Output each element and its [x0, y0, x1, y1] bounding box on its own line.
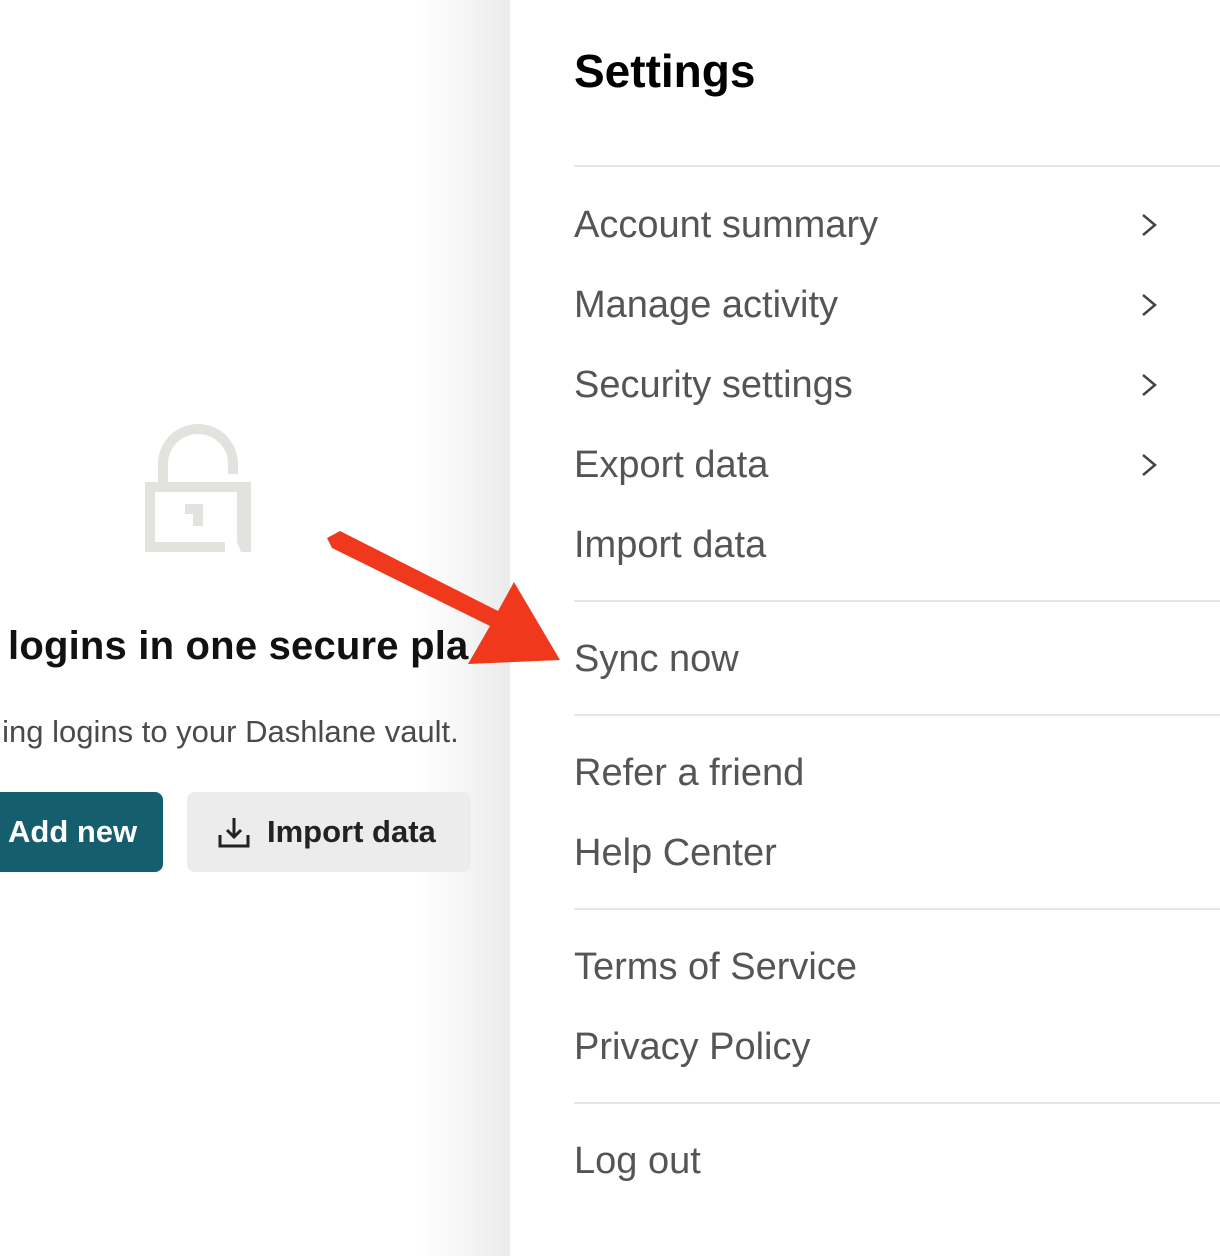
- add-new-button[interactable]: Add new: [0, 792, 163, 872]
- divider: [574, 714, 1220, 716]
- lock-icon: [145, 424, 251, 552]
- menu-item-label: Help Center: [574, 831, 777, 874]
- menu-item-security-settings[interactable]: Security settings: [574, 355, 1160, 415]
- divider: [574, 165, 1220, 167]
- vault-empty-state: logins in one secure pla lding logins to…: [0, 0, 510, 1256]
- menu-item-label: Security settings: [574, 363, 853, 406]
- menu-item-label: Log out: [574, 1139, 701, 1182]
- menu-item-log-out[interactable]: Log out: [574, 1131, 1160, 1191]
- menu-item-export-data[interactable]: Export data: [574, 435, 1160, 495]
- menu-item-refer-a-friend[interactable]: Refer a friend: [574, 743, 1160, 803]
- divider: [574, 908, 1220, 910]
- menu-item-import-data[interactable]: Import data: [574, 515, 1160, 575]
- menu-item-help-center[interactable]: Help Center: [574, 823, 1160, 883]
- import-icon: [218, 818, 250, 848]
- import-data-button[interactable]: Import data: [187, 792, 471, 872]
- add-new-label: Add new: [8, 814, 138, 849]
- menu-item-label: Sync now: [574, 637, 739, 680]
- menu-item-manage-activity[interactable]: Manage activity: [574, 275, 1160, 335]
- menu-item-label: Import data: [574, 523, 767, 566]
- menu-item-label: Terms of Service: [574, 945, 857, 988]
- settings-panel: Settings Account summary Manage activity…: [510, 0, 1220, 1256]
- menu-item-label: Privacy Policy: [574, 1025, 811, 1068]
- chevron-right-icon: [1142, 214, 1157, 236]
- divider: [574, 1102, 1220, 1104]
- import-data-label: Import data: [267, 814, 436, 849]
- menu-item-privacy-policy[interactable]: Privacy Policy: [574, 1017, 1160, 1077]
- menu-item-sync-now[interactable]: Sync now: [574, 629, 1160, 689]
- menu-item-label: Refer a friend: [574, 751, 805, 794]
- empty-state-subtitle: lding logins to your Dashlane vault.: [0, 714, 459, 749]
- menu-item-label: Manage activity: [574, 283, 839, 326]
- divider: [574, 600, 1220, 602]
- chevron-right-icon: [1142, 374, 1157, 396]
- empty-state-title: logins in one secure pla: [8, 624, 469, 668]
- chevron-right-icon: [1142, 454, 1157, 476]
- menu-item-label: Account summary: [574, 203, 879, 246]
- settings-title: Settings: [574, 45, 756, 97]
- menu-item-label: Export data: [574, 443, 769, 486]
- menu-item-terms-of-service[interactable]: Terms of Service: [574, 937, 1160, 997]
- menu-item-account-summary[interactable]: Account summary: [574, 195, 1160, 255]
- chevron-right-icon: [1142, 294, 1157, 316]
